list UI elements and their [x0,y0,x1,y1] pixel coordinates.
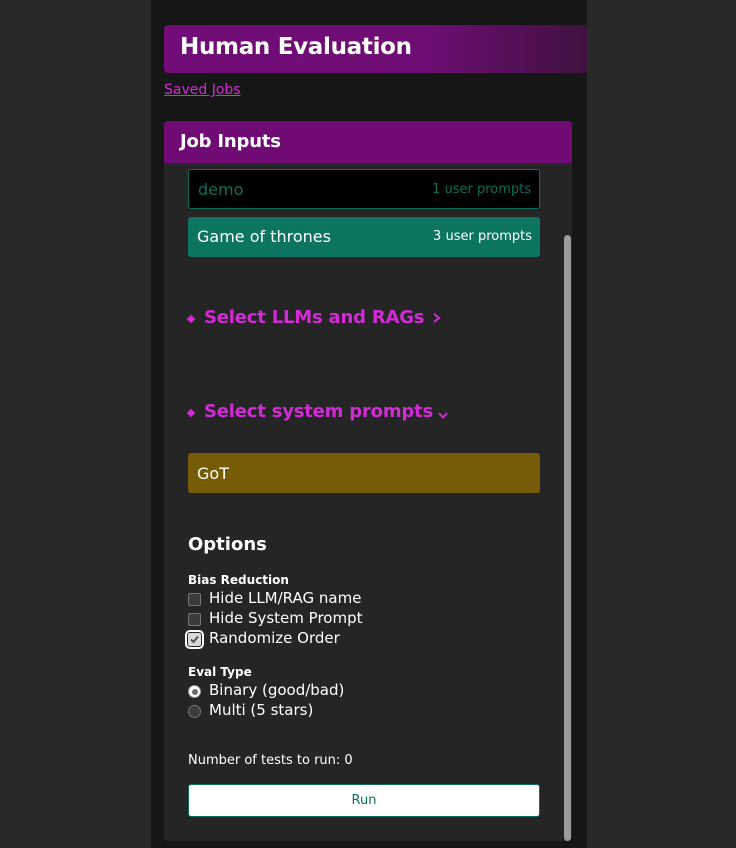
select-llms-section-toggle[interactable]: Select LLMs and RAGs [186,307,448,335]
options-heading: Options [188,534,267,555]
user-prompt-set-demo[interactable]: demo 1 user prompts [188,169,540,209]
option-label: Hide LLM/RAG name [209,589,362,607]
system-prompt-got[interactable]: GoT [188,453,540,493]
bias-reduction-label: Bias Reduction [188,573,289,587]
page-header: Human Evaluation [164,25,587,73]
diamond-icon [186,408,196,418]
section-title: Select LLMs and RAGs [204,307,425,328]
system-prompt-name: GoT [197,464,229,483]
eval-type-label: Eval Type [188,665,252,679]
tests-count-text: Number of tests to run: 0 [188,753,353,768]
select-system-prompts-section-toggle[interactable]: Select system prompts [186,401,458,429]
saved-jobs-link[interactable]: Saved Jobs [164,82,241,98]
panel-title: Job Inputs [180,131,281,152]
hide-system-prompt-checkbox[interactable] [188,613,201,626]
checkmark-icon [190,635,199,644]
prompt-set-count: 3 user prompts [433,229,532,244]
chevron-right-icon [432,310,442,329]
eval-binary-radio[interactable] [188,685,201,698]
eval-multi-radio[interactable] [188,705,201,718]
prompt-set-name: demo [198,180,244,199]
chevron-down-icon [436,406,450,425]
option-label: Hide System Prompt [209,609,363,627]
prompt-set-count: 1 user prompts [432,182,531,197]
section-title: Select system prompts [204,401,433,422]
run-button[interactable]: Run [188,784,540,817]
diamond-icon [186,314,196,324]
page-title: Human Evaluation [180,34,412,60]
panel-header: Job Inputs [164,121,572,163]
job-inputs-panel: Job Inputs demo 1 user prompts Game of t… [164,121,572,841]
panel-scrollbar[interactable] [564,235,571,841]
option-label: Binary (good/bad) [209,681,345,699]
option-label: Multi (5 stars) [209,701,314,719]
randomize-order-checkbox[interactable] [185,630,204,649]
prompt-set-name: Game of thrones [197,227,331,246]
hide-llm-name-checkbox[interactable] [188,593,201,606]
user-prompt-set-game-of-thrones[interactable]: Game of thrones 3 user prompts [188,217,540,257]
option-label: Randomize Order [209,629,340,647]
